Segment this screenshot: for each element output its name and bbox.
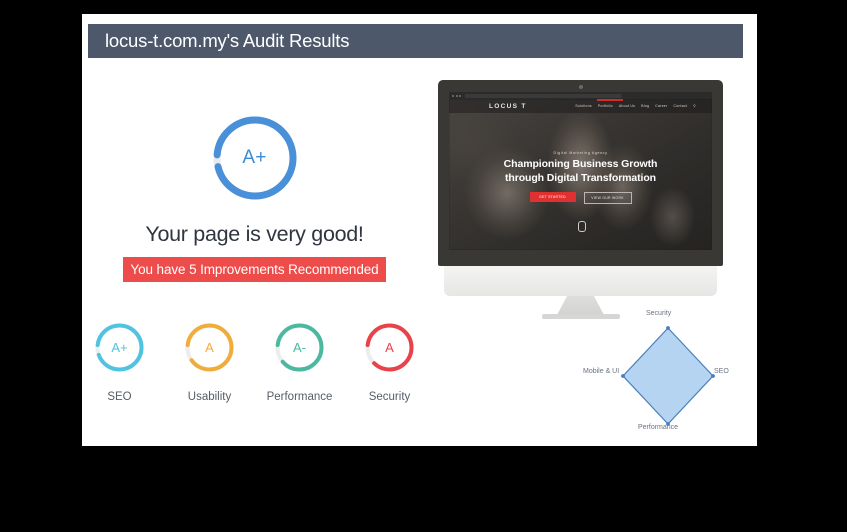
usability-ring: A <box>182 320 237 375</box>
browser-chrome-bar <box>449 92 712 99</box>
seo-label: SEO <box>107 391 132 403</box>
gauge-seo[interactable]: A+ SEO <box>89 320 151 403</box>
hero-buttons: GET STARTED VIEW OUR WORK <box>449 192 712 204</box>
improvements-banner[interactable]: You have 5 Improvements Recommended <box>123 257 386 282</box>
website-screenshot: LOCUS T Solutions Portfolio About Us Blo… <box>449 99 712 250</box>
site-preview-monitor: LOCUS T Solutions Portfolio About Us Blo… <box>438 80 723 319</box>
site-navbar: LOCUS T Solutions Portfolio About Us Blo… <box>449 99 712 113</box>
overall-grade-gauge: A+ <box>209 112 301 204</box>
radar-label-security: Security <box>646 310 672 317</box>
seo-ring: A+ <box>92 320 147 375</box>
screenshot-root: locus-t.com.my's Audit Results A+ Your p… <box>0 0 847 532</box>
nav-item-solutions[interactable]: Solutions <box>575 104 592 108</box>
security-label: Security <box>368 391 411 403</box>
gauge-usability[interactable]: A Usability <box>179 320 241 403</box>
score-radar-chart: Security SEO Performance Mobile & UI <box>580 304 757 444</box>
site-nav-items: Solutions Portfolio About Us Blog Career… <box>575 104 696 108</box>
performance-grade: A- <box>293 340 306 355</box>
hero-secondary-button[interactable]: VIEW OUR WORK <box>583 192 632 204</box>
monitor-bezel: LOCUS T Solutions Portfolio About Us Blo… <box>438 80 723 266</box>
radar-polygon <box>622 327 714 425</box>
category-gauges: A+ SEO A Usability A- Performance A Secu… <box>82 320 427 403</box>
hero-title-line-2: through Digital Transformation <box>505 171 656 184</box>
nav-item-blog[interactable]: Blog <box>641 104 649 108</box>
address-bar[interactable] <box>465 93 622 98</box>
radar-point-mobile-ui <box>621 374 625 378</box>
security-ring: A <box>362 320 417 375</box>
site-logo[interactable]: LOCUS T <box>489 103 527 110</box>
monitor-screen[interactable]: LOCUS T Solutions Portfolio About Us Blo… <box>449 92 712 250</box>
page-title: locus-t.com.my's Audit Results <box>105 30 350 51</box>
hero-section: Digital Marketing Agency Championing Bus… <box>449 151 712 204</box>
summary-column: A+ Your page is very good! You have 5 Im… <box>82 66 427 282</box>
nav-item-career[interactable]: Career <box>655 104 667 108</box>
radar-point-security <box>666 326 670 330</box>
usability-grade: A <box>205 340 214 355</box>
gauge-performance[interactable]: A- Performance <box>266 320 333 403</box>
nav-item-contact[interactable]: Contact <box>673 104 687 108</box>
verdict-text: Your page is very good! <box>145 222 364 246</box>
monitor-chin <box>444 266 717 296</box>
nav-accent-bar <box>597 99 623 101</box>
nav-item-about-us[interactable]: About Us <box>619 104 635 108</box>
radar-label-seo: SEO <box>714 368 729 375</box>
scroll-down-icon <box>577 221 586 232</box>
performance-ring: A- <box>272 320 327 375</box>
hero-eyebrow: Digital Marketing Agency <box>553 151 608 155</box>
nav-item-portfolio[interactable]: Portfolio <box>598 104 613 108</box>
radar-label-mobile-ui: Mobile & UI <box>583 368 620 375</box>
overall-grade-value: A+ <box>242 147 267 168</box>
usability-label: Usability <box>187 391 232 403</box>
webcam-icon <box>578 84 583 89</box>
hero-primary-button[interactable]: GET STARTED <box>529 192 576 202</box>
gauge-security[interactable]: A Security <box>359 320 421 403</box>
hero-title-line-1: Championing Business Growth <box>503 158 658 170</box>
audit-report-card: locus-t.com.my's Audit Results A+ Your p… <box>82 14 757 446</box>
search-icon[interactable]: ⚲ <box>693 104 696 108</box>
report-header-bar: locus-t.com.my's Audit Results <box>88 24 743 58</box>
security-grade: A <box>385 340 394 355</box>
performance-label: Performance <box>266 391 333 403</box>
seo-grade: A+ <box>111 340 128 355</box>
radar-label-performance: Performance <box>638 424 679 431</box>
window-controls-icon <box>452 94 461 97</box>
